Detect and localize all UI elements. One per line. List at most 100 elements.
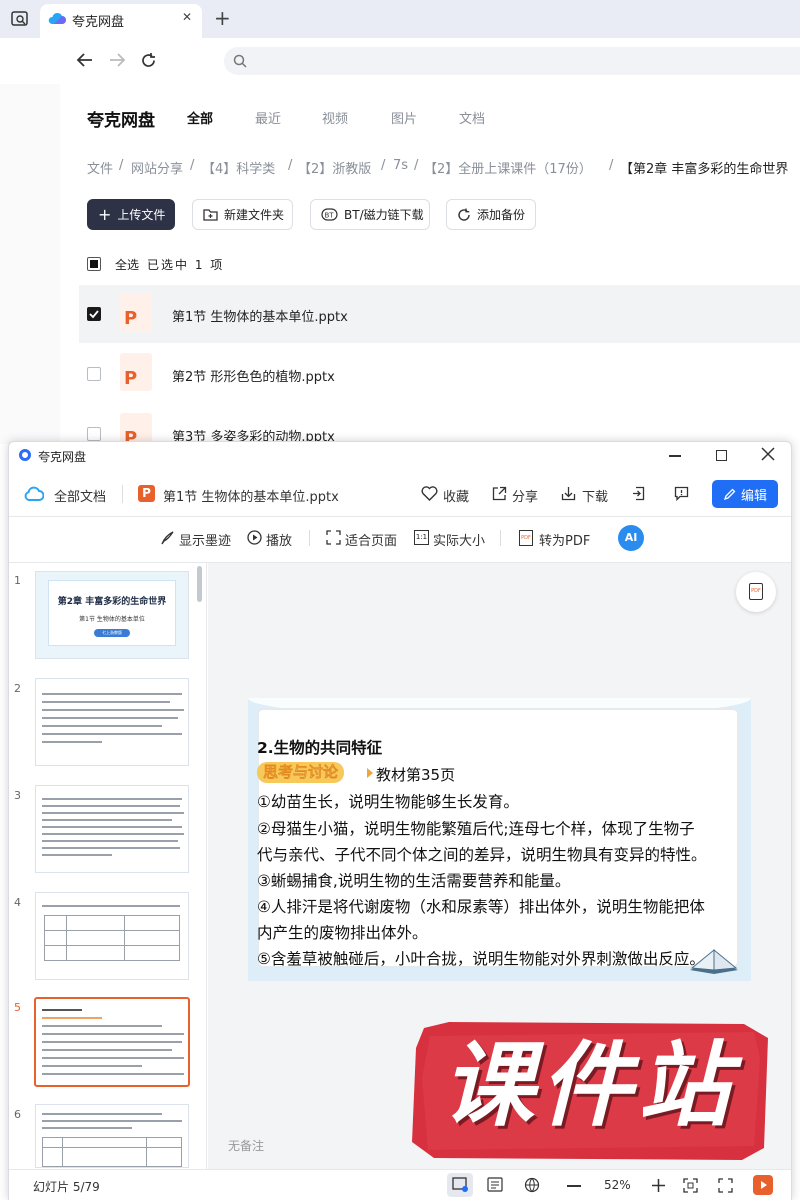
- slide-line-3: 代与亲代、子代不同个体之间的差异，说明生物具有变异的特性。: [257, 846, 707, 864]
- ai-assistant-icon[interactable]: AI: [618, 525, 644, 551]
- slide-line-7: ⑤含羞草被触碰后，小叶合拢，说明生物能对外界刺激做出反应。: [257, 950, 705, 968]
- pencil-icon: [723, 488, 736, 500]
- notes-toggle-icon[interactable]: [447, 1173, 473, 1197]
- book-illustration-icon: [688, 944, 740, 974]
- maximize-icon[interactable]: [716, 450, 727, 461]
- actual-size-button[interactable]: 实际大小: [433, 530, 485, 549]
- breadcrumb-sep: /: [414, 158, 419, 173]
- slide: 2.生物的共同特征 思考与讨论 教材第35页 ①幼苗生长，说明生物能够生长发育。…: [248, 698, 751, 981]
- header-divider: [122, 485, 123, 503]
- breadcrumb-files[interactable]: 文件: [87, 158, 113, 177]
- fit-page-icon[interactable]: [326, 530, 341, 545]
- thumbnail-slide[interactable]: [35, 785, 189, 873]
- reload-icon[interactable]: [140, 52, 157, 69]
- tab-recent[interactable]: 最近: [255, 108, 281, 127]
- heart-icon[interactable]: [421, 486, 438, 501]
- breadcrumb-share[interactable]: 网站分享: [131, 158, 183, 177]
- minimize-icon[interactable]: [669, 455, 681, 457]
- tab-video[interactable]: 视频: [322, 108, 348, 127]
- fit-page-button[interactable]: 适合页面: [345, 530, 397, 549]
- add-backup-button[interactable]: 添加备份: [446, 199, 536, 230]
- play-icon[interactable]: [247, 530, 262, 545]
- tab-search-icon[interactable]: [10, 9, 30, 29]
- file-name[interactable]: 第1节 生物体的基本单位.pptx: [172, 306, 348, 325]
- slideshow-play-icon[interactable]: [753, 1175, 773, 1195]
- pdf-icon[interactable]: PDF: [519, 530, 533, 546]
- to-pdf-button[interactable]: 转为PDF: [539, 530, 590, 549]
- thumbnail-slide[interactable]: 第2章 丰富多彩的生命世界 第1节 生物体的基本单位 七上浙教版: [35, 571, 189, 659]
- breadcrumb-sep: /: [190, 158, 195, 173]
- zoom-level[interactable]: 52%: [604, 1178, 631, 1192]
- play-button[interactable]: 播放: [266, 530, 292, 549]
- thumbnail-slide[interactable]: [35, 678, 189, 766]
- tab-title: 夸克网盘: [72, 15, 125, 30]
- app-logo: 夸克网盘: [87, 111, 155, 131]
- window-logo-icon: [19, 449, 31, 461]
- new-folder-button[interactable]: 新建文件夹: [192, 199, 293, 230]
- pptx-file-icon: P: [120, 353, 152, 391]
- report-icon[interactable]: [674, 486, 689, 501]
- edit-button[interactable]: 编辑: [712, 480, 778, 508]
- bt-icon: BT: [321, 208, 338, 221]
- new-tab-icon[interactable]: +: [214, 6, 231, 30]
- thumbnail-subtitle: 第1节 生物体的基本单位: [79, 616, 145, 623]
- favorite-button[interactable]: 收藏: [443, 486, 469, 505]
- select-all-checkbox[interactable]: [87, 257, 101, 271]
- language-icon[interactable]: [524, 1177, 540, 1193]
- back-icon[interactable]: [76, 52, 94, 68]
- toolbar-sep: [500, 530, 501, 546]
- zoom-in-icon[interactable]: [651, 1178, 666, 1193]
- slide-line-6: 内产生的废物排出体外。: [257, 924, 428, 942]
- file-name[interactable]: 第2节 形形色色的植物.pptx: [172, 366, 335, 385]
- slide-heading: 2.生物的共同特征: [257, 739, 383, 757]
- thumbnail-slide-active[interactable]: [34, 997, 190, 1087]
- breadcrumb-courseware[interactable]: 【2】全册上课课件（17份）: [424, 158, 592, 177]
- file-checkbox[interactable]: [87, 427, 101, 441]
- actual-size-icon[interactable]: 1:1: [414, 530, 429, 545]
- bt-download-button[interactable]: BT BT/磁力链下载: [310, 199, 430, 230]
- file-checkbox[interactable]: [87, 367, 101, 381]
- upload-button[interactable]: + 上传文件: [87, 199, 175, 230]
- thumbnail-number: 5: [14, 1001, 21, 1014]
- fit-screen-icon[interactable]: [683, 1178, 698, 1193]
- share-icon[interactable]: [492, 486, 507, 501]
- tab-images[interactable]: 图片: [391, 108, 417, 127]
- file-checkbox[interactable]: [87, 307, 101, 321]
- forward-icon[interactable]: [108, 52, 126, 68]
- thumbnail-number: 2: [14, 682, 21, 695]
- breadcrumb-zjedu[interactable]: 【2】浙教版: [298, 158, 371, 177]
- share-button[interactable]: 分享: [512, 486, 538, 505]
- watermark-stamp: 课件站: [404, 1018, 774, 1164]
- download-button[interactable]: 下载: [582, 486, 608, 505]
- cloud-logo-icon: [48, 11, 66, 25]
- zoom-out-icon[interactable]: [567, 1185, 581, 1187]
- pdf-convert-float-icon[interactable]: PDF: [736, 572, 776, 612]
- window-close-icon[interactable]: [761, 447, 775, 461]
- upload-label: 上传文件: [117, 208, 166, 222]
- slide-line-1: ①幼苗生长，说明生物能够生长发育。: [257, 793, 519, 811]
- url-input[interactable]: [224, 47, 800, 75]
- thumbnail-slide[interactable]: [35, 1104, 189, 1168]
- breadcrumb-science[interactable]: 【4】科学类: [202, 158, 275, 177]
- grid-view-icon[interactable]: [487, 1177, 503, 1192]
- export-icon[interactable]: [632, 486, 645, 501]
- fullscreen-icon[interactable]: [718, 1178, 733, 1193]
- show-ink-button[interactable]: 显示墨迹: [179, 530, 231, 549]
- thumbnail-slide[interactable]: [35, 892, 189, 980]
- thumbnail-number: 3: [14, 789, 21, 802]
- thumbnail-scrollbar[interactable]: [197, 566, 202, 602]
- select-all-label[interactable]: 全选: [115, 256, 139, 273]
- thumbnail-tag: 七上浙教版: [94, 629, 130, 637]
- breadcrumb-7s[interactable]: 7s: [393, 158, 408, 173]
- breadcrumb-current: 【第2章 丰富多彩的生命世界: [620, 162, 789, 177]
- tab-all[interactable]: 全部: [187, 108, 213, 127]
- download-icon[interactable]: [561, 486, 576, 501]
- tab-docs[interactable]: 文档: [459, 108, 485, 127]
- watermark-text: 课件站: [441, 1032, 736, 1139]
- all-docs-link[interactable]: 全部文档: [54, 486, 106, 505]
- folder-plus-icon: [203, 209, 218, 221]
- backup-icon: [458, 208, 470, 221]
- tab-close-icon[interactable]: ✕: [182, 10, 192, 24]
- selected-info: 已选中 1 项: [147, 258, 225, 272]
- ink-icon[interactable]: [160, 530, 176, 546]
